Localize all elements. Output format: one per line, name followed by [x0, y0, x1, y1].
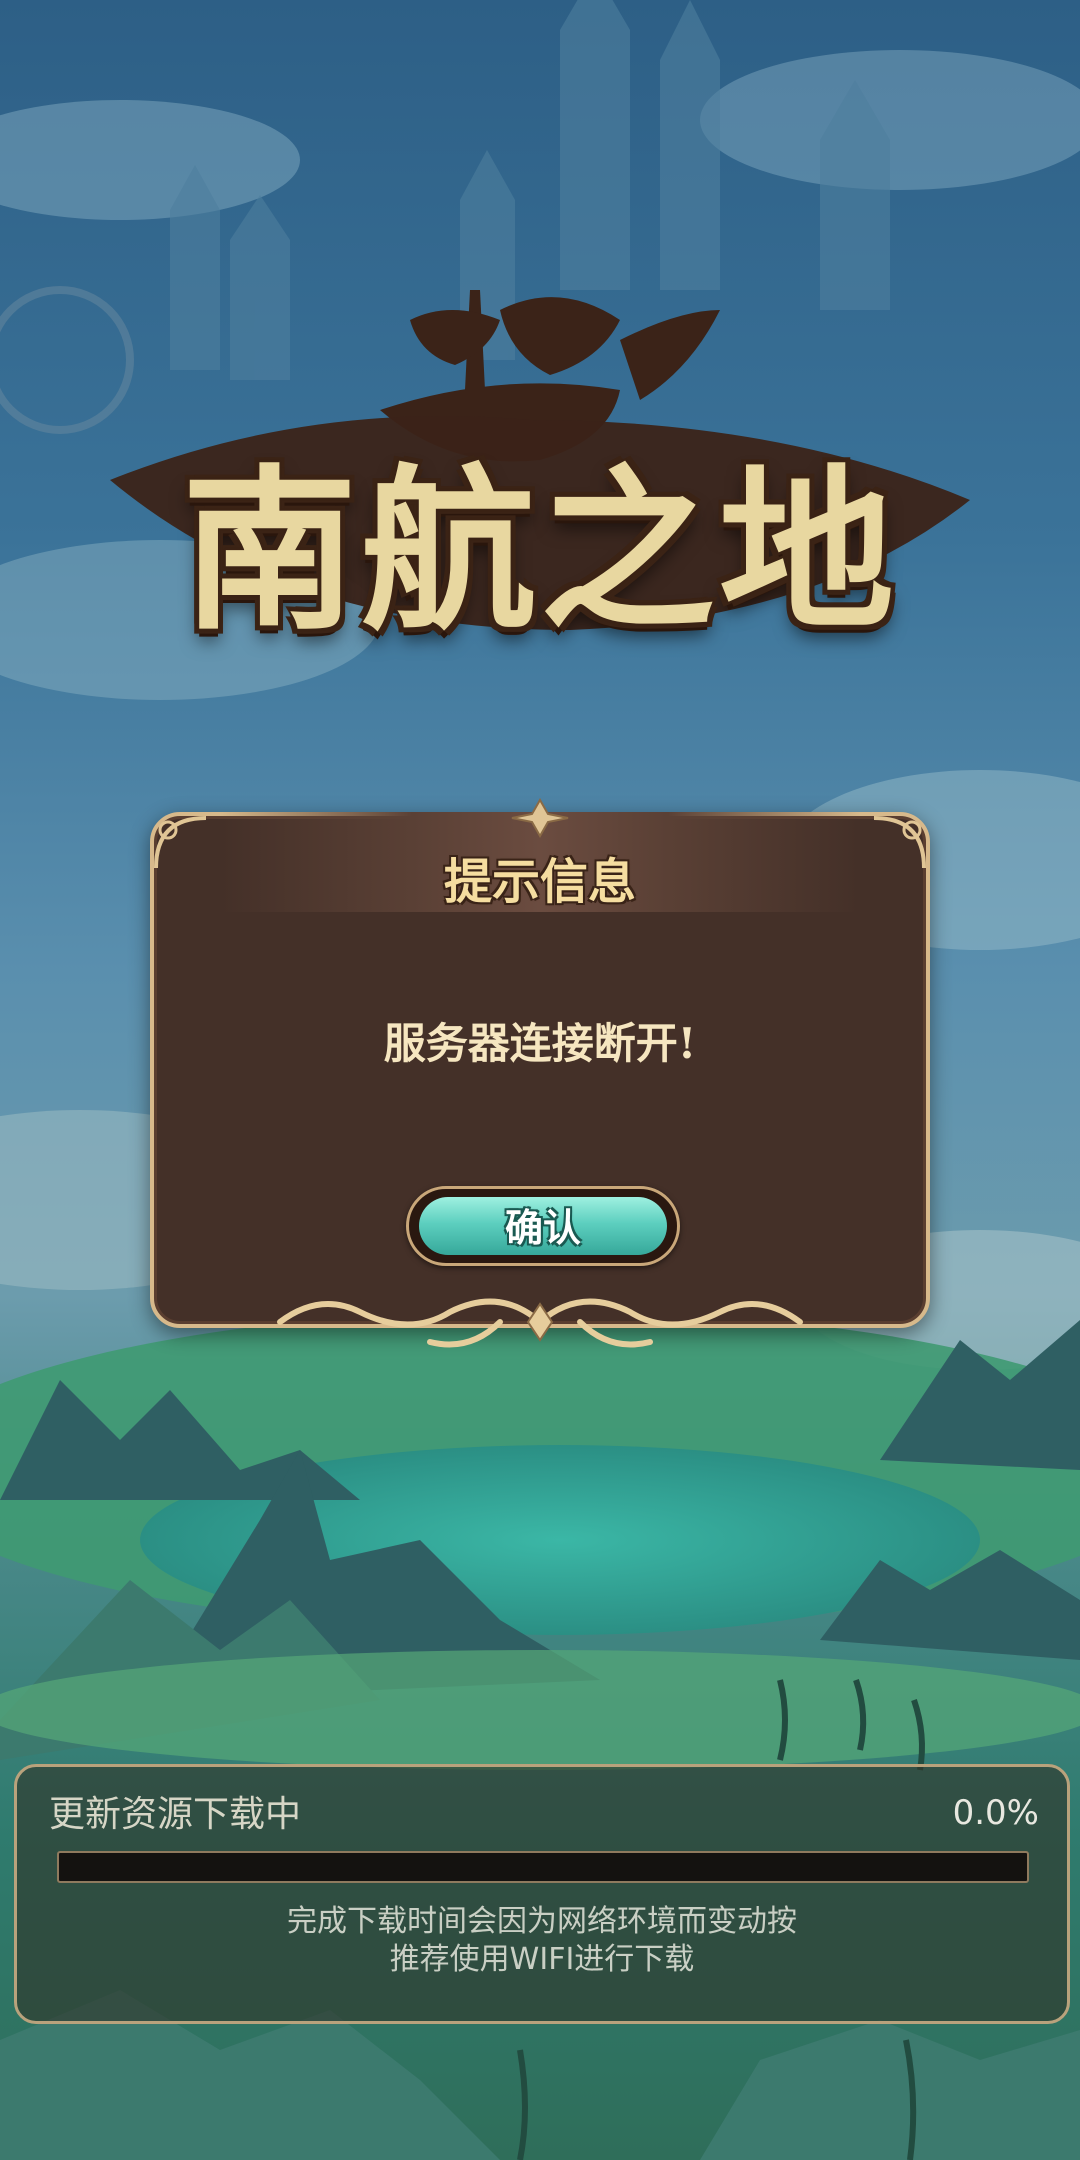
scroll-ornament-icon: [277, 1298, 803, 1348]
download-progress-bar: [57, 1851, 1029, 1883]
download-panel: 更新资源下载中 0.0% 完成下载时间会因为网络环境而变动按 推荐使用WIFI进…: [14, 1764, 1070, 2024]
alert-dialog: 提示信息 服务器连接断开! 确认: [150, 798, 930, 1348]
download-note: 完成下载时间会因为网络环境而变动按 推荐使用WIFI进行下载: [17, 1903, 1067, 1979]
game-launch-screen: 南航之地 提示信息 服务器连接断开! 确认 更新资源下载中 0.0% 完成下载时…: [0, 0, 1080, 2160]
confirm-button-label: 确认: [504, 1205, 581, 1250]
download-note-line2: 推荐使用WIFI进行下载: [389, 1942, 695, 1977]
top-ornament-icon: [511, 798, 569, 838]
download-status-text: 更新资源下载中: [49, 1794, 302, 1835]
logo-title: 南航之地: [182, 449, 898, 654]
game-logo: 南航之地: [110, 260, 970, 690]
download-note-line1: 完成下载时间会因为网络环境而变动按: [287, 1904, 797, 1939]
download-percent: 0.0%: [952, 1793, 1039, 1833]
dialog-title: 提示信息: [443, 854, 636, 910]
dialog-message: 服务器连接断开!: [383, 1019, 697, 1068]
confirm-button[interactable]: 确认: [406, 1186, 680, 1266]
